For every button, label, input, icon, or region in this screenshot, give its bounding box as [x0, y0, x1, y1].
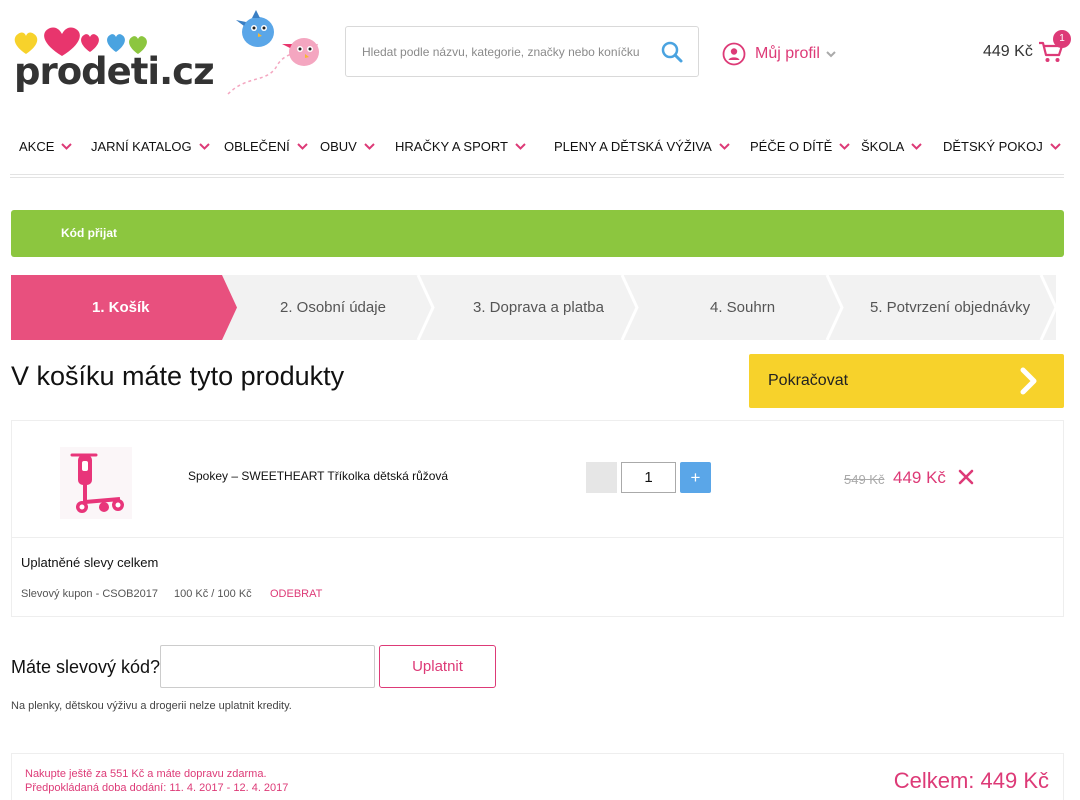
birds-illustration — [227, 10, 319, 95]
remove-coupon-link[interactable]: ODEBRAT — [270, 588, 322, 600]
coupon-note: Na plenky, dětskou výživu a drogerii nel… — [11, 700, 292, 712]
checkout-steps: 1. Košík 2. Osobní údaje 3. Doprava a pl… — [11, 275, 1071, 340]
free-shipping-note: Nakupte ještě za 551 Kč a máte dopravu z… — [25, 768, 267, 780]
nav-item-obleceni[interactable]: OBLEČENÍ — [224, 139, 308, 154]
quantity-decrease-button[interactable] — [586, 462, 617, 493]
nav-divider — [10, 174, 1064, 178]
nav-item-hracky-a-sport[interactable]: HRAČKY A SPORT — [395, 139, 526, 154]
chevron-down-icon — [839, 143, 851, 150]
close-icon[interactable] — [958, 469, 974, 485]
nav-item-skola[interactable]: ŠKOLA — [861, 139, 923, 154]
nav-item-label: AKCE — [19, 139, 55, 154]
nav-item-label: DĚTSKÝ POKOJ — [943, 139, 1043, 154]
applied-discounts: Uplatněné slevy celkem Slevový kupon - C… — [11, 538, 1064, 617]
nav-item-label: JARNÍ KATALOG — [91, 139, 192, 154]
logo-text: prodeti.cz — [14, 50, 215, 93]
step-confirmation[interactable]: 5. Potvrzení objednávky — [870, 299, 1030, 316]
order-summary: Nakupte ještě za 551 Kč a máte dopravu z… — [11, 753, 1064, 800]
nav-item-detsky-pokoj[interactable]: DĚTSKÝ POKOJ — [943, 139, 1061, 154]
nav-item-label: PÉČE O DÍTĚ — [750, 139, 833, 154]
coupon-label: Máte slevový kód? — [11, 657, 161, 677]
nav-item-label: OBUV — [320, 139, 357, 154]
search-input[interactable] — [362, 42, 652, 62]
step-shipping-payment[interactable]: 3. Doprava a platba — [473, 299, 604, 316]
nav-item-jarni-katalog[interactable]: JARNÍ KATALOG — [91, 139, 210, 154]
nav-item-pleny-a-detska-vyziva[interactable]: PLENY A DĚTSKÁ VÝŽIVA — [554, 139, 730, 154]
step-summary[interactable]: 4. Souhrn — [710, 299, 775, 316]
nav-item-pece-o-dite[interactable]: PÉČE O DÍTĚ — [750, 139, 851, 154]
product-image[interactable] — [60, 447, 132, 519]
chevron-down-icon — [515, 143, 526, 150]
profile-menu[interactable]: Můj profil — [722, 40, 836, 68]
chevron-down-icon — [826, 51, 836, 58]
chevron-down-icon — [364, 143, 375, 150]
chevron-down-icon — [1049, 143, 1061, 150]
search-box[interactable] — [345, 26, 699, 77]
chevron-right-icon — [1020, 367, 1037, 395]
quantity-input[interactable] — [621, 462, 676, 493]
delivery-estimate: Předpokládaná doba dodání: 11. 4. 2017 -… — [25, 782, 289, 794]
chevron-down-icon — [719, 143, 730, 150]
continue-button[interactable]: Pokračovat — [749, 354, 1064, 408]
nav-item-label: OBLEČENÍ — [224, 139, 290, 154]
user-icon — [722, 42, 746, 66]
success-banner: Kód přijat — [11, 210, 1064, 257]
coupon-name: Slevový kupon - CSOB2017 — [21, 588, 158, 600]
price-discounted: 449 Kč — [893, 468, 946, 487]
cart-count-badge: 1 — [1053, 30, 1071, 48]
nav-item-akce[interactable]: AKCE — [19, 139, 73, 154]
discounts-title: Uplatněné slevy celkem — [21, 555, 159, 570]
cart-total[interactable]: 449 Kč — [983, 43, 1033, 61]
nav-item-obuv[interactable]: OBUV — [320, 139, 375, 154]
cart-item: Spokey – SWEETHEART Tříkolka dětská růžo… — [11, 420, 1064, 538]
continue-label: Pokračovat — [768, 372, 849, 389]
chevron-down-icon — [61, 143, 73, 150]
product-name[interactable]: Spokey – SWEETHEART Tříkolka dětská růžo… — [188, 469, 448, 483]
quantity-increase-button[interactable]: + — [680, 462, 711, 493]
order-total: Celkem: 449 Kč — [893, 768, 1049, 793]
main-nav: AKCE JARNÍ KATALOG OBLEČENÍ OBUV HRAČKY … — [10, 130, 1064, 166]
banner-text: Kód přijat — [61, 226, 117, 240]
search-icon[interactable] — [660, 40, 684, 64]
logo[interactable]: prodeti.cz — [12, 24, 215, 93]
coupon-code-input[interactable] — [160, 645, 375, 688]
nav-item-label: ŠKOLA — [861, 139, 905, 154]
step-cart[interactable]: 1. Košík — [92, 299, 150, 316]
nav-item-label: HRAČKY A SPORT — [395, 139, 508, 154]
price-original: 549 Kč — [844, 472, 885, 487]
page-title: V košíku máte tyto produkty — [11, 361, 345, 391]
step-personal-details[interactable]: 2. Osobní údaje — [280, 299, 386, 316]
nav-item-label: PLENY A DĚTSKÁ VÝŽIVA — [554, 139, 712, 154]
chevron-down-icon — [198, 143, 210, 150]
apply-coupon-button[interactable]: Uplatnit — [379, 645, 496, 688]
profile-label: Můj profil — [755, 45, 820, 62]
chevron-down-icon — [297, 143, 308, 150]
coupon-amount: 100 Kč / 100 Kč — [174, 588, 252, 600]
chevron-down-icon — [911, 143, 923, 150]
